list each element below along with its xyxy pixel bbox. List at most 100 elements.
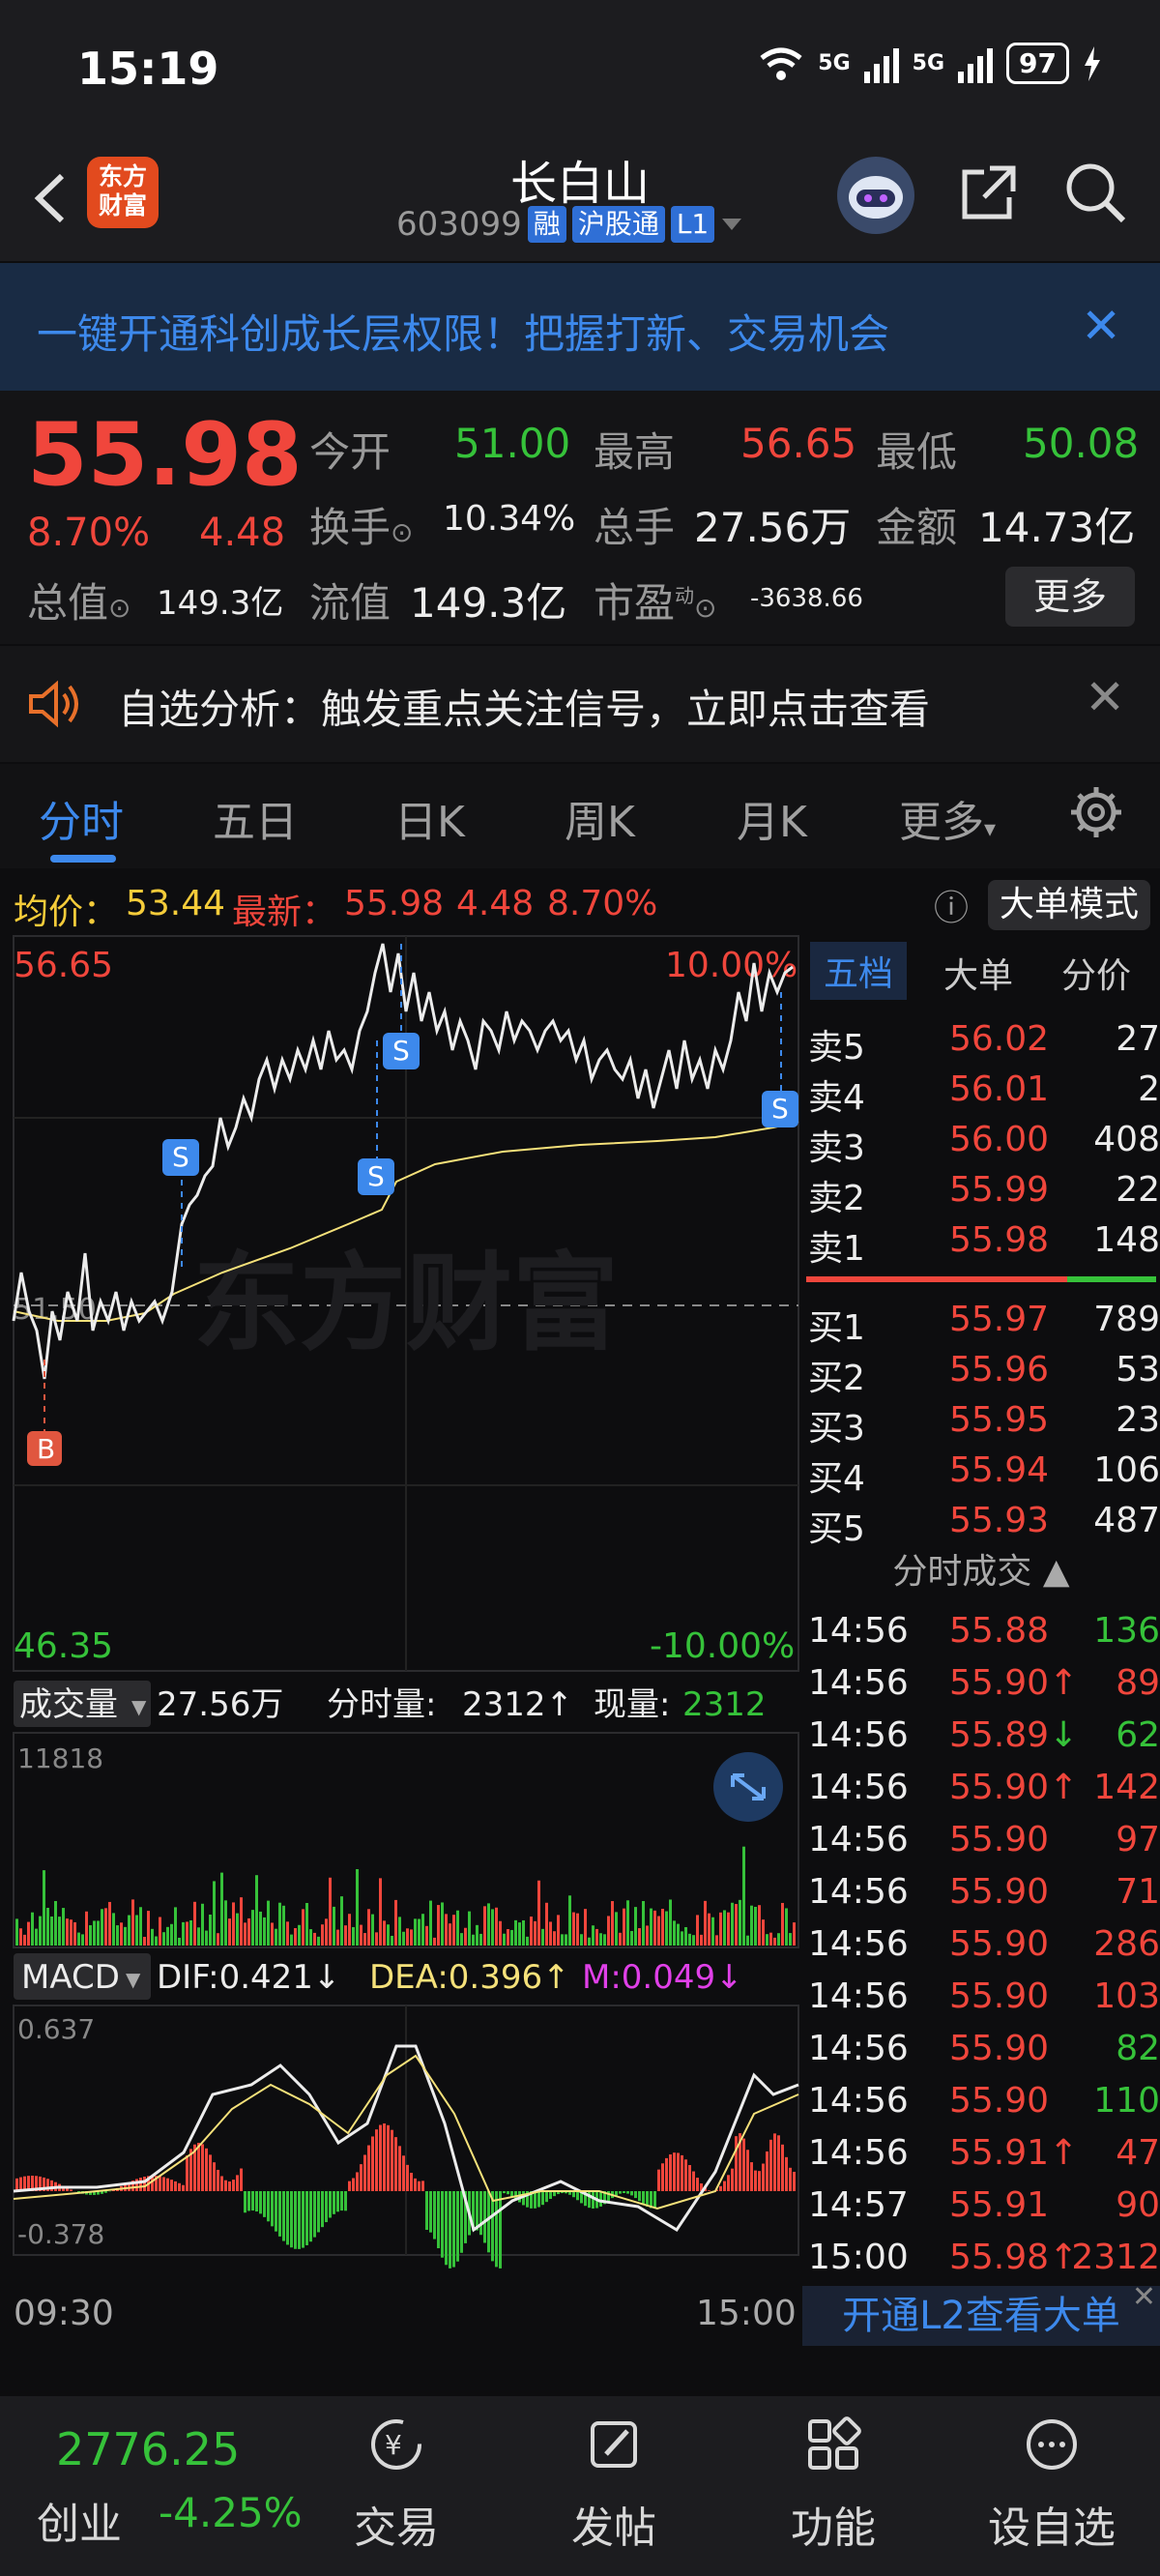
macd-bar xyxy=(278,2191,281,2237)
volume-bar xyxy=(588,1937,591,1946)
bid-bar xyxy=(1067,1276,1156,1282)
promo-banner[interactable]: 一键开通科创成长层权限！把握打新、交易机会 ✕ xyxy=(0,263,1160,391)
share-icon[interactable] xyxy=(955,159,1023,226)
bid-label: 买3 xyxy=(808,1409,865,1449)
tab-weekly-k[interactable]: 周K xyxy=(565,787,635,849)
stock-code-row[interactable]: 603099 融 沪股通 L1 xyxy=(396,205,743,244)
bid-row[interactable]: 买2 55.96 53 xyxy=(806,1350,1160,1400)
tick-volume: 136 xyxy=(1093,1611,1160,1651)
ask-row[interactable]: 卖2 55.99 22 xyxy=(806,1170,1160,1220)
volume-bar xyxy=(518,1922,521,1946)
volume-bar xyxy=(85,1911,88,1946)
help-icon[interactable]: ⓘ xyxy=(934,880,969,930)
close-icon[interactable]: ✕ xyxy=(1132,2280,1156,2314)
tick-volume: 2312 xyxy=(1071,2238,1160,2277)
volume-bar xyxy=(580,1934,583,1946)
analysis-notice[interactable]: 自选分析：触发重点关注信号，立即点击查看 ✕ xyxy=(0,646,1160,762)
volume-bar xyxy=(487,1903,490,1946)
nav-functions[interactable]: 功能 xyxy=(737,2396,930,2576)
l2-promo-banner[interactable]: 开通L2查看大单 xyxy=(802,2286,1160,2346)
volume-bar xyxy=(189,1919,192,1946)
tab-five-day[interactable]: 五日 xyxy=(213,787,298,849)
volume-bar xyxy=(561,1934,564,1946)
macd-bar xyxy=(750,2162,753,2191)
volume-bar xyxy=(789,1933,792,1946)
macd-bar xyxy=(383,2123,386,2191)
bid-price: 55.93 xyxy=(949,1501,1050,1540)
macd-bar xyxy=(305,2191,308,2245)
order-book-panel: 五档 大单 分价 卖5 56.02 27 卖4 56.01 2 卖3 56.00 408 卖2 55… xyxy=(802,934,1160,2346)
tab-big-orders[interactable]: 大单 xyxy=(943,948,1013,998)
volume-bar xyxy=(460,1933,463,1946)
tick-row: 14:56 55.89↓ 62 xyxy=(806,1715,1160,1766)
ask-row[interactable]: 卖4 56.01 2 xyxy=(806,1069,1160,1120)
macd-bar xyxy=(537,2191,540,2208)
tab-more[interactable]: 更多▾ xyxy=(899,787,996,849)
close-icon[interactable]: ✕ xyxy=(1081,298,1121,354)
macd-bar xyxy=(104,2191,107,2193)
tab-price-dist[interactable]: 分价 xyxy=(1061,948,1131,998)
volume-bar xyxy=(263,1917,266,1946)
close-icon[interactable]: ✕ xyxy=(1085,669,1125,725)
volume-bar xyxy=(595,1928,598,1946)
macd-bar xyxy=(294,2191,297,2249)
tick-volume: 89 xyxy=(1116,1663,1160,1703)
volume-bar xyxy=(568,1895,571,1946)
current-volume-value: 2312 xyxy=(682,1685,767,1724)
ask-bar xyxy=(806,1276,1067,1282)
macd-bar xyxy=(433,2191,436,2239)
volume-bar xyxy=(104,1908,107,1946)
macd-bar xyxy=(143,2177,146,2191)
volume-bar xyxy=(479,1933,482,1946)
macd-bar xyxy=(178,2182,181,2191)
nav-trade[interactable]: ¥ 交易 xyxy=(300,2396,493,2576)
tab-intraday[interactable]: 分时 xyxy=(39,787,124,849)
volume-bar xyxy=(271,1922,274,1946)
bid-row[interactable]: 买4 55.94 106 xyxy=(806,1450,1160,1501)
ask-row[interactable]: 卖1 55.98 148 xyxy=(806,1220,1160,1271)
assistant-robot-icon[interactable] xyxy=(837,157,914,234)
ask-row[interactable]: 卖5 56.02 27 xyxy=(806,1019,1160,1069)
macd-bar xyxy=(162,2177,165,2191)
time-start: 09:30 xyxy=(14,2294,114,2333)
ask-price: 56.01 xyxy=(949,1069,1050,1109)
tick-volume: 286 xyxy=(1093,1924,1160,1964)
intraday-chart[interactable]: 东方财富 56.65 10.00% 51.50 46.35 -10.00% B … xyxy=(0,934,802,2346)
nav-post-label: 发帖 xyxy=(571,2503,656,2553)
ticks-title[interactable]: 分时成交 ▲ xyxy=(802,1543,1160,1601)
bid-price: 55.94 xyxy=(949,1450,1050,1490)
tick-price: 55.91 xyxy=(949,2185,1050,2225)
gear-icon[interactable] xyxy=(1067,783,1125,841)
tab-monthly-k[interactable]: 月K xyxy=(737,787,807,849)
volume-bar xyxy=(128,1915,130,1946)
macd-bar xyxy=(213,2162,216,2191)
float-cap-label: 流值 xyxy=(309,579,392,627)
macd-bar xyxy=(437,2191,440,2249)
index-ticker[interactable]: 2776.25 创业 -4.25% xyxy=(0,2396,319,2576)
more-button[interactable]: 更多 xyxy=(1005,567,1135,627)
order-book-tabs: 五档 大单 分价 xyxy=(802,940,1160,1002)
macd-bar xyxy=(692,2171,695,2191)
signal-icon xyxy=(863,44,899,83)
macd-bar xyxy=(174,2181,177,2191)
volume-bar xyxy=(282,1905,285,1946)
tab-level5[interactable]: 五档 xyxy=(810,942,908,1000)
macd-bar xyxy=(317,2191,320,2233)
volume-bar xyxy=(166,1926,169,1946)
tick-volume: 71 xyxy=(1116,1872,1160,1912)
bid-row[interactable]: 买1 55.97 789 xyxy=(806,1300,1160,1350)
ask-row[interactable]: 卖3 56.00 408 xyxy=(806,1120,1160,1170)
volume-bar xyxy=(259,1911,262,1946)
tab-daily-k[interactable]: 日K xyxy=(394,787,465,849)
search-icon[interactable] xyxy=(1061,159,1129,226)
big-order-mode-button[interactable]: 大单模式 xyxy=(988,880,1150,930)
volume-bar xyxy=(66,1918,69,1946)
chart-top-pct: 10.00% xyxy=(665,946,798,985)
nav-post[interactable]: 发帖 xyxy=(517,2396,710,2576)
volume-bar xyxy=(449,1923,451,1946)
tick-row: 14:56 55.90 110 xyxy=(806,2081,1160,2131)
volume-bar xyxy=(661,1908,664,1946)
macd-bar xyxy=(414,2178,417,2191)
bid-row[interactable]: 买3 55.95 23 xyxy=(806,1400,1160,1450)
nav-add-watchlist[interactable]: 设自选 xyxy=(955,2396,1148,2576)
